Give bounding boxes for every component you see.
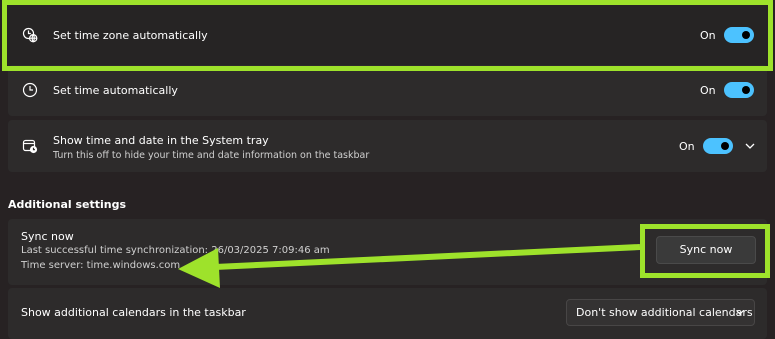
- time-zone-auto-label: Set time zone automatically: [53, 29, 208, 42]
- setting-row-time-auto[interactable]: Set time automatically On: [8, 65, 767, 116]
- system-tray-state: On: [679, 140, 695, 153]
- last-sync-text: Last successful time synchronization: 26…: [21, 245, 330, 256]
- system-tray-label: Show time and date in the System tray: [53, 134, 269, 147]
- system-tray-toggle[interactable]: [703, 138, 733, 154]
- toggle-knob: [721, 142, 729, 150]
- sync-title: Sync now: [21, 230, 74, 243]
- chevron-down-icon: [733, 305, 747, 319]
- toggle-knob: [742, 31, 750, 39]
- globe-clock-icon: [22, 27, 38, 43]
- sync-now-button[interactable]: Sync now: [656, 236, 756, 264]
- calendars-label: Show additional calendars in the taskbar: [21, 306, 246, 319]
- setting-row-time-zone[interactable]: Set time zone automatically On: [8, 0, 767, 70]
- time-auto-label: Set time automatically: [53, 84, 178, 97]
- time-zone-auto-toggle[interactable]: [724, 27, 754, 43]
- time-server-text: Time server: time.windows.com: [21, 260, 181, 271]
- time-zone-auto-state: On: [700, 29, 716, 42]
- time-auto-toggle[interactable]: [724, 82, 754, 98]
- setting-row-sync: Sync now Last successful time synchroniz…: [8, 219, 767, 285]
- additional-settings-heading: Additional settings: [8, 198, 127, 211]
- setting-row-system-tray[interactable]: Show time and date in the System tray Tu…: [8, 120, 767, 172]
- chevron-down-icon[interactable]: [742, 138, 758, 154]
- calendar-clock-icon: [22, 138, 38, 154]
- calendars-dropdown[interactable]: Don't show additional calendars: [566, 299, 755, 326]
- calendars-selected-value: Don't show additional calendars: [576, 306, 753, 319]
- system-tray-description: Turn this off to hide your time and date…: [53, 150, 370, 161]
- time-auto-state: On: [700, 84, 716, 97]
- toggle-knob: [742, 86, 750, 94]
- clock-icon: [22, 82, 38, 98]
